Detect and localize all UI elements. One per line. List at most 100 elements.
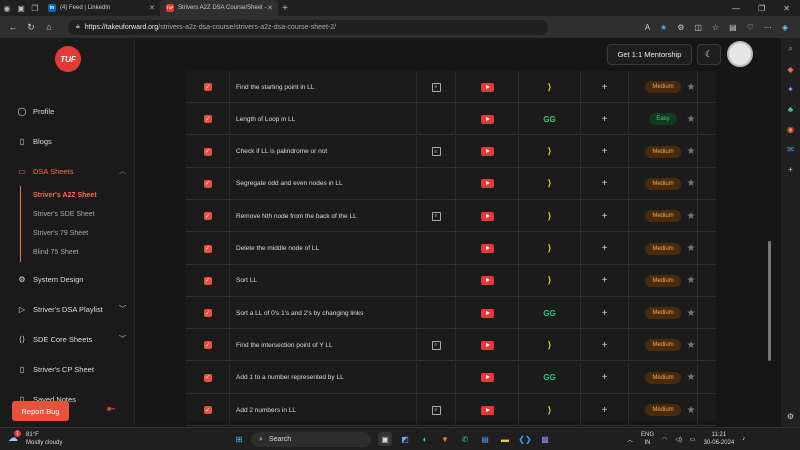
notifications-bell-icon[interactable]: ♪ — [742, 436, 745, 442]
add-sidebar-icon[interactable]: + — [788, 165, 793, 174]
completed-checkbox[interactable]: ✓ — [203, 244, 212, 253]
maximize-icon[interactable]: ❐ — [758, 4, 765, 13]
sidebar-item-blogs[interactable]: ▯ Blogs — [17, 126, 132, 156]
add-note-icon[interactable]: + — [602, 405, 608, 416]
mentorship-button[interactable]: Get 1:1 Mentorship — [607, 44, 692, 65]
youtube-icon[interactable] — [480, 211, 494, 221]
whatsapp-icon[interactable]: ✆ — [458, 432, 472, 446]
workspaces-icon[interactable]: ▣ — [14, 1, 28, 15]
star-icon[interactable]: ★ — [687, 308, 696, 319]
sidebar-settings-icon[interactable]: ⚙ — [787, 412, 794, 421]
add-note-icon[interactable]: + — [602, 82, 608, 93]
star-icon[interactable]: ★ — [687, 405, 696, 416]
gfg-icon[interactable]: GG — [543, 373, 555, 382]
tab-linkedin[interactable]: in (4) Feed | LinkedIn ✕ — [42, 0, 160, 16]
youtube-icon[interactable] — [480, 308, 494, 318]
sidebar-item-profile[interactable]: ◯ Profile — [17, 96, 132, 126]
completed-checkbox[interactable]: ✓ — [203, 373, 212, 382]
sidebar-item-dsa-playlist[interactable]: ▷ Striver's DSA Playlist ﹀ — [17, 294, 132, 324]
sidebar-subitem-a2z[interactable]: Striver's A2Z Sheet — [33, 186, 132, 205]
codestudio-icon[interactable]: ⟩ — [548, 275, 552, 286]
completed-checkbox[interactable]: ✓ — [203, 83, 212, 91]
youtube-icon[interactable] — [480, 276, 494, 286]
favorite-star-icon[interactable]: ★ — [660, 23, 667, 32]
codestudio-icon[interactable]: ⟩ — [548, 405, 552, 416]
store-icon[interactable]: ▤ — [478, 432, 492, 446]
new-tab-icon[interactable]: + — [278, 1, 292, 15]
tab-strivers-sheet[interactable]: TUF Strivers A2Z DSA Course/Sheet - ✕ — [160, 0, 278, 16]
gfg-icon[interactable]: GG — [543, 309, 555, 318]
teams-icon[interactable]: ▩ — [538, 432, 552, 446]
browser-essentials-icon[interactable]: ♡ — [747, 23, 754, 32]
star-icon[interactable]: ★ — [687, 243, 696, 254]
clock[interactable]: 11:21 30-06-2024 — [704, 431, 735, 447]
problem-name[interactable]: Delete the middle node of LL — [230, 232, 417, 265]
article-icon[interactable]: ≡ — [431, 211, 441, 221]
add-note-icon[interactable]: + — [602, 114, 608, 125]
youtube-icon[interactable] — [480, 340, 494, 350]
close-tab-icon[interactable]: ✕ — [267, 4, 273, 12]
sidebar-subitem-sde[interactable]: Striver's SDE Sheet — [33, 205, 132, 224]
gfg-icon[interactable]: GG — [543, 115, 555, 124]
youtube-icon[interactable] — [480, 405, 494, 415]
star-icon[interactable]: ★ — [687, 178, 696, 189]
codestudio-icon[interactable]: ⟩ — [548, 82, 552, 93]
add-note-icon[interactable]: + — [602, 308, 608, 319]
add-note-icon[interactable]: + — [602, 275, 608, 286]
volume-icon[interactable]: ◁) — [675, 436, 682, 443]
star-icon[interactable]: ★ — [687, 275, 696, 286]
youtube-icon[interactable] — [480, 114, 494, 124]
completed-checkbox[interactable]: ✓ — [203, 276, 212, 285]
star-icon[interactable]: ★ — [687, 146, 696, 157]
completed-checkbox[interactable]: ✓ — [203, 341, 212, 350]
problem-name[interactable]: Find the intersection point of Y LL — [230, 329, 417, 362]
sidebar-item-system-design[interactable]: ⚙ System Design — [17, 264, 132, 294]
add-note-icon[interactable]: + — [602, 243, 608, 254]
minimize-icon[interactable]: — — [732, 4, 740, 13]
page-scrollbar[interactable] — [767, 71, 772, 421]
theme-toggle-moon-icon[interactable]: ☾ — [697, 44, 721, 65]
windows-start-icon[interactable]: ⊞ — [232, 432, 246, 446]
problem-name[interactable]: Add 2 numbers in LL — [230, 394, 417, 426]
more-icon[interactable]: ⋯ — [764, 23, 772, 32]
copilot-icon[interactable]: ◈ — [782, 23, 788, 32]
star-icon[interactable]: ★ — [687, 82, 696, 93]
collapse-sidebar-icon[interactable]: ⇤ — [107, 404, 115, 415]
add-note-icon[interactable]: + — [602, 178, 608, 189]
language-indicator[interactable]: ENG IN — [641, 431, 654, 447]
completed-checkbox[interactable]: ✓ — [203, 147, 212, 156]
completed-checkbox[interactable]: ✓ — [203, 115, 212, 124]
brave-icon[interactable]: ▼ — [438, 432, 452, 446]
outlook-icon[interactable]: ✉ — [787, 145, 794, 154]
report-bug-button[interactable]: Report Bug — [12, 401, 69, 421]
youtube-icon[interactable] — [480, 82, 494, 92]
tools-icon[interactable]: ✦ — [787, 85, 794, 94]
star-icon[interactable]: ★ — [687, 211, 696, 222]
codestudio-icon[interactable]: ⟩ — [548, 243, 552, 254]
close-tab-icon[interactable]: ✕ — [149, 4, 155, 12]
problem-name[interactable]: Find the starting point in LL — [230, 71, 417, 103]
star-icon[interactable]: ★ — [687, 340, 696, 351]
completed-checkbox[interactable]: ✓ — [203, 406, 212, 414]
favorites-icon[interactable]: ☆ — [712, 23, 719, 32]
sidebar-item-sde-core[interactable]: ⟨⟩ SDE Core Sheets ﹀ — [17, 324, 132, 354]
completed-checkbox[interactable]: ✓ — [203, 212, 212, 221]
meet-icon[interactable]: ◩ — [398, 432, 412, 446]
codestudio-icon[interactable]: ⟩ — [548, 178, 552, 189]
wifi-icon[interactable]: ◠ — [662, 436, 667, 443]
read-aloud-icon[interactable]: A — [645, 23, 650, 32]
taskbar-search[interactable]: ⌕ Search — [251, 432, 371, 447]
close-window-icon[interactable]: ✕ — [783, 4, 790, 13]
problem-name[interactable]: Sort a LL of 0's 1's and 2's by changing… — [230, 297, 417, 330]
sidebar-item-dsa-sheets[interactable]: ▭ DSA Sheets ︿ — [17, 156, 132, 186]
youtube-icon[interactable] — [480, 147, 494, 157]
tab-actions-icon[interactable]: ❐ — [28, 1, 42, 15]
split-screen-icon[interactable]: ◫ — [694, 23, 702, 32]
back-icon[interactable]: ← — [4, 22, 22, 32]
profile-icon[interactable]: ◉ — [0, 1, 14, 15]
star-icon[interactable]: ★ — [687, 114, 696, 125]
completed-checkbox[interactable]: ✓ — [203, 309, 212, 318]
file-explorer-icon[interactable]: ▬ — [498, 432, 512, 446]
shopping-icon[interactable]: ◆ — [787, 65, 793, 74]
scrollbar-thumb[interactable] — [768, 241, 771, 361]
